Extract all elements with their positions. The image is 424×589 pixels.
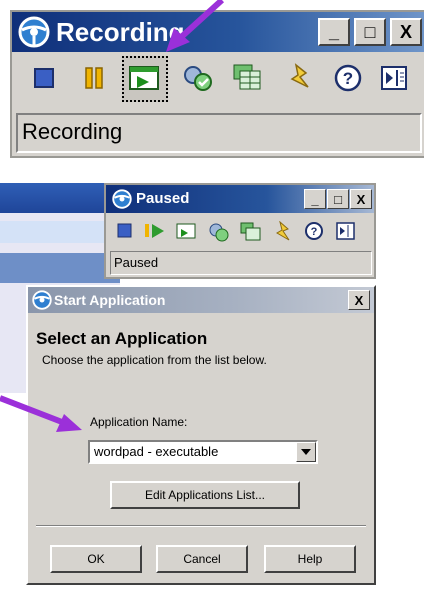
dropdown-arrow-button[interactable] <box>296 442 316 462</box>
pause-icon <box>85 67 103 89</box>
application-name-select[interactable]: wordpad - executable <box>88 440 318 464</box>
close-button[interactable]: X <box>350 189 372 209</box>
steering-wheel-logo-icon <box>112 189 132 209</box>
monitor-panel-icon[interactable] <box>336 221 356 241</box>
svg-text:?: ? <box>311 226 318 238</box>
paused-title: Paused <box>136 190 190 207</box>
stop-button[interactable] <box>24 58 64 98</box>
dialog-close-button[interactable]: X <box>348 290 370 310</box>
steering-wheel-logo-icon <box>32 290 52 310</box>
ok-button[interactable]: OK <box>50 545 142 573</box>
data-table-button[interactable] <box>228 58 268 98</box>
screen-play-icon[interactable] <box>176 222 198 240</box>
show-monitor-button[interactable] <box>374 58 414 98</box>
dialog-subtitle: Choose the application from the list bel… <box>42 353 267 367</box>
minimize-button[interactable]: _ <box>318 18 350 46</box>
table-icon <box>233 64 261 90</box>
minimize-button[interactable]: _ <box>304 189 326 209</box>
annotation-arrow-left <box>0 395 82 432</box>
svg-text:?: ? <box>343 69 353 88</box>
maximize-button[interactable]: □ <box>327 189 349 209</box>
help-icon: ? <box>334 64 362 92</box>
recording-toolbar: ? <box>12 54 424 104</box>
dialog-titlebar[interactable]: Start Application X <box>28 287 374 313</box>
recording-status-bar: Recording <box>16 113 422 153</box>
help-toolbar-button[interactable]: ? <box>328 58 368 98</box>
help-button[interactable]: Help <box>264 545 356 573</box>
dialog-separator <box>36 525 366 527</box>
script-support-button[interactable] <box>278 58 318 98</box>
help-icon[interactable]: ? <box>304 221 324 241</box>
steering-wheel-logo-icon <box>18 16 50 48</box>
paused-toolbar: ? <box>112 219 370 245</box>
pause-button[interactable] <box>74 58 114 98</box>
insert-verification-button[interactable] <box>122 56 168 102</box>
edit-applications-list-button[interactable]: Edit Applications List... <box>110 481 300 509</box>
maximize-button[interactable]: □ <box>354 18 386 46</box>
stop-icon[interactable] <box>116 222 134 240</box>
screen-play-icon <box>129 66 159 90</box>
monitor-panel-icon <box>381 66 407 90</box>
application-name-label: Application Name: <box>90 415 188 429</box>
verification-point-button[interactable] <box>178 58 218 98</box>
paused-toolbar-window: Paused _ □ X ? Paused <box>104 183 376 279</box>
resume-icon[interactable] <box>144 222 166 240</box>
stop-icon <box>34 68 54 88</box>
gears-check-icon <box>184 66 212 91</box>
gears-check-icon[interactable] <box>208 222 230 242</box>
dialog-heading: Select an Application <box>36 329 208 348</box>
table-icon[interactable] <box>240 222 262 242</box>
dialog-title: Start Application <box>54 292 166 308</box>
annotation-arrow-top <box>166 0 225 52</box>
lightning-script-icon <box>290 63 309 88</box>
paused-titlebar[interactable]: Paused _ □ X <box>106 185 374 213</box>
selected-application: wordpad - executable <box>94 444 219 459</box>
paused-status-bar: Paused <box>110 251 372 275</box>
chevron-down-icon <box>301 449 311 455</box>
lightning-script-icon[interactable] <box>272 221 292 243</box>
close-button[interactable]: X <box>390 18 422 46</box>
cancel-button[interactable]: Cancel <box>156 545 248 573</box>
